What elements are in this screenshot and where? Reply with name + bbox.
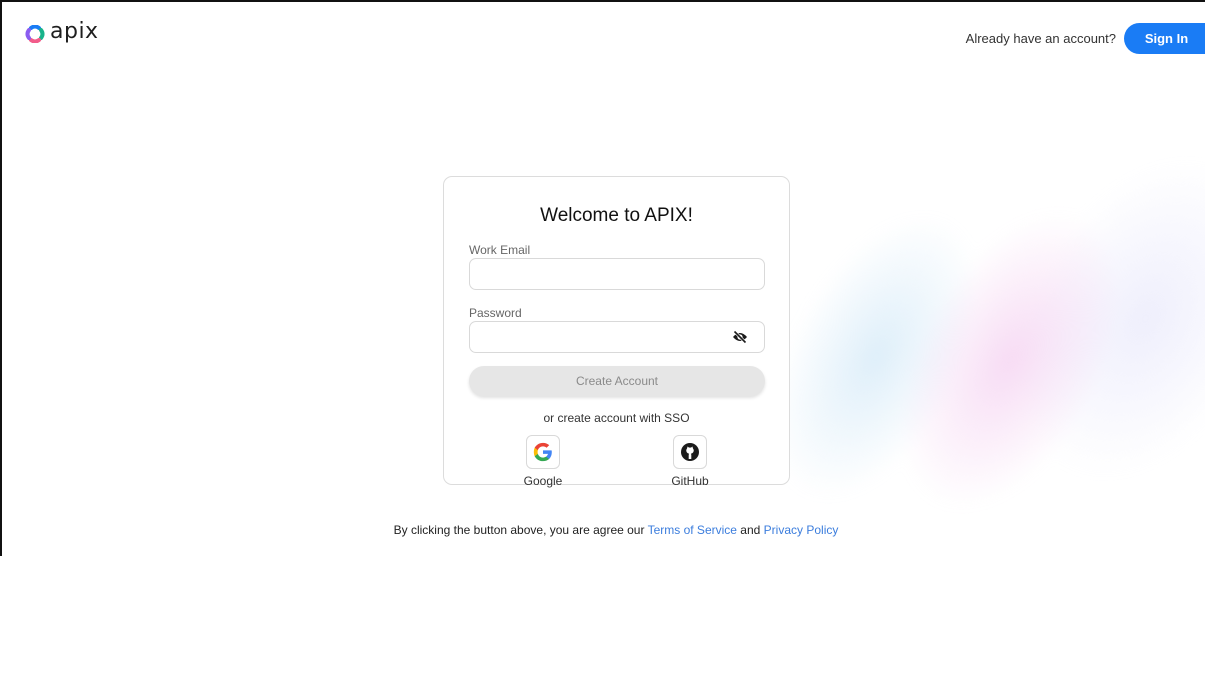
- sign-in-button[interactable]: Sign In: [1124, 23, 1205, 54]
- already-have-account-text: Already have an account?: [965, 31, 1116, 46]
- sso-divider-text: or create account with SSO: [543, 411, 690, 425]
- work-email-field[interactable]: [469, 258, 765, 290]
- work-email-label: Work Email: [469, 243, 531, 257]
- eye-slash-icon[interactable]: [732, 330, 748, 344]
- github-sso-button[interactable]: [673, 435, 707, 469]
- google-label: Google: [523, 474, 563, 488]
- password-label: Password: [469, 306, 522, 320]
- footer-prefix-text: By clicking the button above, you are ag…: [393, 523, 645, 537]
- signup-card: Welcome to APIX! Work Email Password Cre…: [443, 176, 790, 488]
- google-icon: [533, 442, 552, 462]
- terms-of-service-link[interactable]: Terms of Service: [648, 523, 737, 537]
- terms-footer: By clicking the button above, you are ag…: [0, 523, 1205, 537]
- google-sso: Google: [508, 435, 578, 488]
- page-title: Welcome to APIX!: [540, 205, 693, 226]
- apix-logo[interactable]: apix: [24, 19, 99, 44]
- github-sso: GitHub: [655, 435, 725, 488]
- google-sso-button[interactable]: [526, 435, 560, 469]
- create-account-button[interactable]: Create Account: [469, 366, 765, 396]
- logo-text: apix: [50, 19, 99, 44]
- header-signin-area: Already have an account? Sign In: [966, 23, 1205, 54]
- privacy-policy-link[interactable]: Privacy Policy: [764, 523, 839, 537]
- footer-and-text: and: [740, 523, 761, 537]
- github-icon: [681, 443, 699, 461]
- apix-logo-icon: [25, 24, 45, 43]
- github-label: GitHub: [671, 474, 709, 488]
- password-field[interactable]: [469, 321, 765, 353]
